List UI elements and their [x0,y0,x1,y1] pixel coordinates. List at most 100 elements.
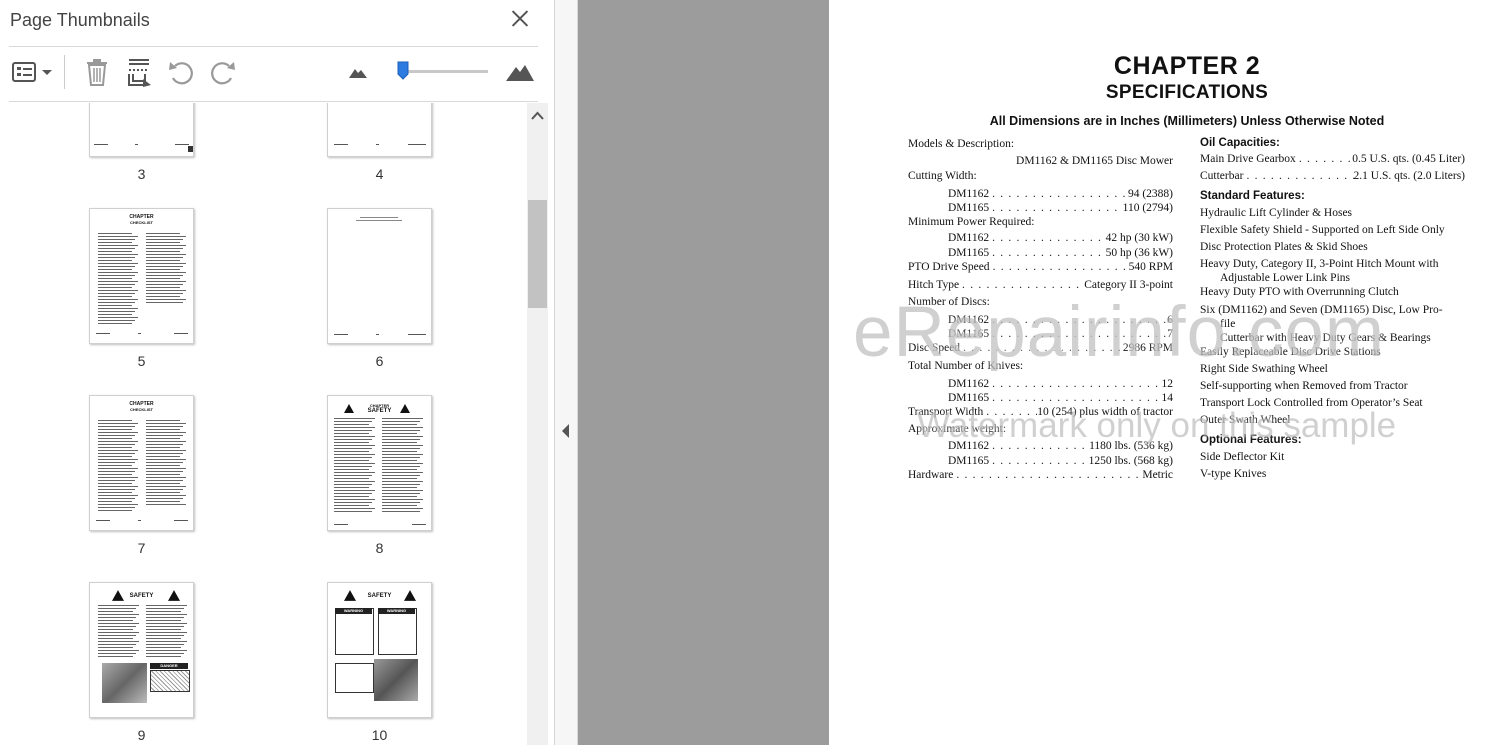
spec-row: Hitch Type . . . . . . . . . . . . . . .… [908,279,1173,292]
page-number: 5 [137,353,146,369]
spec-row: DM1165 . . . . . . . . . . . . . . . . .… [948,247,1173,260]
thumbnail-list[interactable]: 3 4 CHAPTER CHECKLIST 5 6 CHAPTER CHECKL… [0,103,527,745]
watermark-caption: Watermark only on this sample [917,406,1397,445]
spec-label: DM1162 [948,232,990,244]
extract-pages-button[interactable] [122,56,156,88]
spec-value: 94 (2388) [1127,188,1173,200]
panel-collapse-splitter[interactable] [555,0,578,745]
page-thumbnail[interactable]: CHAPTER CHECKLIST [89,208,194,344]
spec-row: DM1165 . . . . . . . . . . . . . . . . .… [948,392,1173,405]
spec-label: Hitch Type [908,279,960,291]
mountain-small-icon [349,69,367,78]
page-thumbnail[interactable]: CHAPTER SAFETY [327,395,432,531]
spec-label: DM1162 [948,188,990,200]
section-heading: Standard Features: [1200,190,1465,203]
page-number: 6 [375,353,384,369]
spec-row: Models & Description: [908,138,1173,151]
leader-dots: . . . . . . . . . . . . . . . . . . . . … [992,248,1106,259]
page-number: 9 [137,727,146,743]
section-heading: Oil Capacities: [1200,137,1465,150]
feature-item-text: Self-supporting when Removed from Tracto… [1200,380,1408,392]
spec-row: DM1162 & DM1165 Disc Mower [908,155,1173,168]
zoom-out-thumbnails-button[interactable] [345,56,371,88]
rotate-counterclockwise-button[interactable] [164,56,198,88]
rotate-left-icon [169,62,193,85]
spec-label: DM1165 [948,392,990,404]
spec-value: Metric [1142,469,1173,481]
feature-item-text: Heavy Duty, Category II, 3-Point Hitch M… [1200,258,1439,270]
feature-item-text: Hydraulic Lift Cylinder & Hoses [1200,207,1353,219]
page-thumbnail[interactable]: CHAPTER CHECKLIST [89,395,194,531]
leader-dots: . . . . . . . . . . . . . . . . . . . . … [992,379,1161,390]
page-thumbnail[interactable] [327,208,432,344]
feature-item: Adjustable Lower Link Pins [1220,272,1485,285]
page-thumbnail[interactable]: SAFETY WARNING WARNING [327,582,432,718]
rotate-clockwise-button[interactable] [206,56,240,88]
chevron-left-icon [562,424,569,438]
scrollbar-thumb[interactable] [528,200,547,308]
chapter-title: CHAPTER 2 [1113,52,1261,80]
feature-item-text: V-type Knives [1200,468,1267,480]
oil-capacity-row: Cutterbar . . . . . . . . . . . . . . . … [1200,170,1465,183]
list-options-icon [12,62,52,82]
spec-label: PTO Drive Speed [908,261,990,273]
thumbnail-options-button[interactable] [10,56,54,88]
feature-item: Side Deflector Kit [1200,451,1465,464]
leader-dots: . . . . . . . . . . . . . . . . . . . . … [992,203,1123,214]
leader-dots: . . . . . . . . . . . . . . . . . . . . … [992,233,1106,244]
thumbnail-size-slider[interactable] [398,70,488,73]
leader-dots: . . . . . . . . . . . . . . . . . . . . … [962,280,1084,291]
spec-row: DM1162 . . . . . . . . . . . . . . . . .… [948,378,1174,391]
spec-row: Hardware . . . . . . . . . . . . . . . .… [908,469,1173,482]
dimensions-note: All Dimensions are in Inches (Millimeter… [989,114,1385,128]
spec-label: DM1165 [948,202,990,214]
spec-label: DM1165 [948,455,990,467]
spec-row: Cutting Width: [908,170,1173,183]
toolbar-separator [64,55,65,89]
leader-dots: . . . . . . . . . . . . . . . . . . . . … [992,189,1128,200]
thumbnail-scrollbar[interactable] [527,103,548,745]
spec-row: PTO Drive Speed . . . . . . . . . . . . … [908,261,1173,274]
feature-item-text: Flexible Safety Shield - Supported on Le… [1200,224,1445,236]
slider-handle[interactable] [397,61,409,80]
page-number: 4 [375,166,384,182]
mountain-large-icon [506,65,534,81]
spec-row: DM1162 . . . . . . . . . . . . . . . . .… [948,232,1173,245]
section-heading-text: Standard Features: [1200,190,1305,202]
spec-label: Models & Description: [908,138,1015,150]
spec-label: Cutterbar [1200,170,1244,182]
spec-value: 110 (2794) [1122,202,1173,214]
feature-item-text: Disc Protection Plates & Skid Shoes [1200,241,1368,253]
page-thumbnail[interactable]: SAFETY DANGER [89,582,194,718]
document-background [578,0,829,745]
spec-row: Minimum Power Required: [908,216,1173,229]
spec-row: DM1162 . . . . . . . . . . . . . . . . .… [948,188,1173,201]
feature-item: Hydraulic Lift Cylinder & Hoses [1200,207,1465,220]
close-icon[interactable] [509,8,531,30]
page-thumbnail[interactable] [89,103,194,157]
chevron-up-icon[interactable] [527,107,548,125]
oil-capacity-row: Main Drive Gearbox . . . . . . . . . . .… [1200,153,1465,166]
section-heading-text: Oil Capacities: [1200,137,1280,149]
spec-value: 0.5 U.S. qts. (0.45 Liter) [1352,153,1465,165]
document-page: CHAPTER 2 SPECIFICATIONS All Dimensions … [829,0,1495,745]
panel-title: Page Thumbnails [10,10,150,30]
feature-item: Disc Protection Plates & Skid Shoes [1200,241,1465,254]
spec-row: DM1165 . . . . . . . . . . . . . . . . .… [948,202,1173,215]
page-number: 3 [137,166,146,182]
spec-label: Minimum Power Required: [908,216,1035,228]
leader-dots: . . . . . . . . . . . . . . . . . . . . … [1246,171,1353,182]
leader-dots: . . . . . . . . . . . . . . . . . . . . … [1298,154,1352,165]
spec-value: 2.1 U.S. qts. (2.0 Liters) [1353,170,1465,182]
delete-pages-button[interactable] [80,56,114,88]
spec-row: DM1165 . . . . . . . . . . . . . . . . .… [948,455,1173,468]
spec-label: Hardware [908,469,954,481]
spec-value: 12 [1161,378,1174,390]
zoom-in-thumbnails-button[interactable] [503,56,537,88]
feature-item: Self-supporting when Removed from Tracto… [1200,380,1465,393]
page-thumbnail[interactable] [327,103,432,157]
feature-item: Heavy Duty, Category II, 3-Point Hitch M… [1200,258,1465,271]
feature-item-text: Adjustable Lower Link Pins [1220,272,1350,284]
spec-value: 1250 lbs. (568 kg) [1088,455,1173,467]
spec-label: DM1162 [948,378,990,390]
